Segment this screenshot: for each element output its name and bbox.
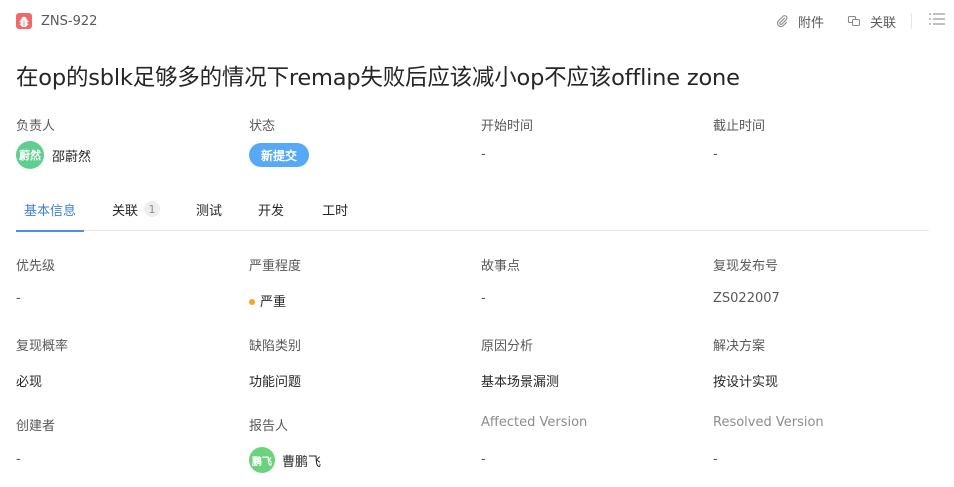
paperclip-icon [776,15,788,28]
story-point-label: 故事点 [481,259,521,274]
affected-version-label: Affected Version [481,415,588,430]
severity-value[interactable]: 严重 [249,291,286,310]
issue-title[interactable]: 在op的sblk足够多的情况下remap失败后应该减小op不应该offline … [16,60,740,92]
tab-label: 基本信息 [24,204,77,219]
story-point-value[interactable]: - [481,291,486,306]
attachment-button[interactable]: 附件 [775,12,824,31]
severity-dot-icon [249,298,255,305]
resolved-version-value[interactable]: - [713,452,718,467]
creator-value: - [16,452,21,467]
solution-value[interactable]: 按设计实现 [713,371,778,390]
issue-key[interactable]: ZNS-922 [41,14,97,29]
assignee-label: 负责人 [16,119,56,134]
repro-release-label: 复现发布号 [713,259,779,274]
severity-text: 严重 [260,295,287,310]
tab-relations[interactable]: 关联 1 [112,191,161,231]
status-label: 状态 [249,119,276,134]
tab-bar: 基本信息 关联 1 测试 开发 工时 [16,191,929,232]
defect-type-value[interactable]: 功能问题 [249,371,301,390]
reporter-label: 报告人 [249,419,289,434]
tab-dev[interactable]: 开发 [258,191,284,231]
due-time-value[interactable]: - [713,147,718,162]
defect-type-label: 缺陷类别 [249,339,302,354]
list-icon[interactable] [928,11,946,31]
repro-rate-value[interactable]: 必现 [16,371,42,390]
status-badge[interactable]: 新提交 [249,143,310,167]
severity-label: 严重程度 [249,259,302,274]
reporter-name: 曹鹏飞 [282,454,322,470]
tab-count-badge: 1 [144,201,161,217]
tab-label: 开发 [258,204,285,219]
tab-basic-info[interactable]: 基本信息 [16,191,85,232]
repro-release-value[interactable]: ZS022007 [713,291,780,306]
tab-label: 工时 [322,204,349,219]
creator-label: 创建者 [16,419,56,434]
affected-version-value[interactable]: - [481,452,486,467]
link-copy-icon [847,15,861,27]
root-cause-value[interactable]: 基本场景漏测 [481,371,559,390]
assignee-name: 邵蔚然 [52,149,92,165]
avatar: 鹏飞 [249,447,275,473]
relation-label: 关联 [869,15,896,31]
priority-value[interactable]: - [16,291,21,306]
issue-header: ZNS-922 附件 关联 [16,10,946,32]
solution-label: 解决方案 [713,339,766,354]
repro-rate-label: 复现概率 [16,339,69,354]
relation-button[interactable]: 关联 [847,12,896,31]
tab-label: 测试 [196,204,223,219]
divider [911,13,912,29]
due-time-label: 截止时间 [713,119,766,134]
tab-label: 关联 [112,204,139,219]
start-time-value[interactable]: - [481,147,486,162]
bug-icon [16,13,32,29]
avatar: 蔚然 [16,141,44,169]
assignee-field[interactable]: 蔚然 邵蔚然 [16,141,91,169]
attachment-label: 附件 [797,15,824,31]
priority-label: 优先级 [16,259,56,274]
reporter-field[interactable]: 鹏飞 曹鹏飞 [249,447,321,473]
start-time-label: 开始时间 [481,119,534,134]
resolved-version-label: Resolved Version [713,415,824,430]
root-cause-label: 原因分析 [481,339,534,354]
tab-worktime[interactable]: 工时 [322,191,348,231]
tab-test[interactable]: 测试 [196,191,222,231]
